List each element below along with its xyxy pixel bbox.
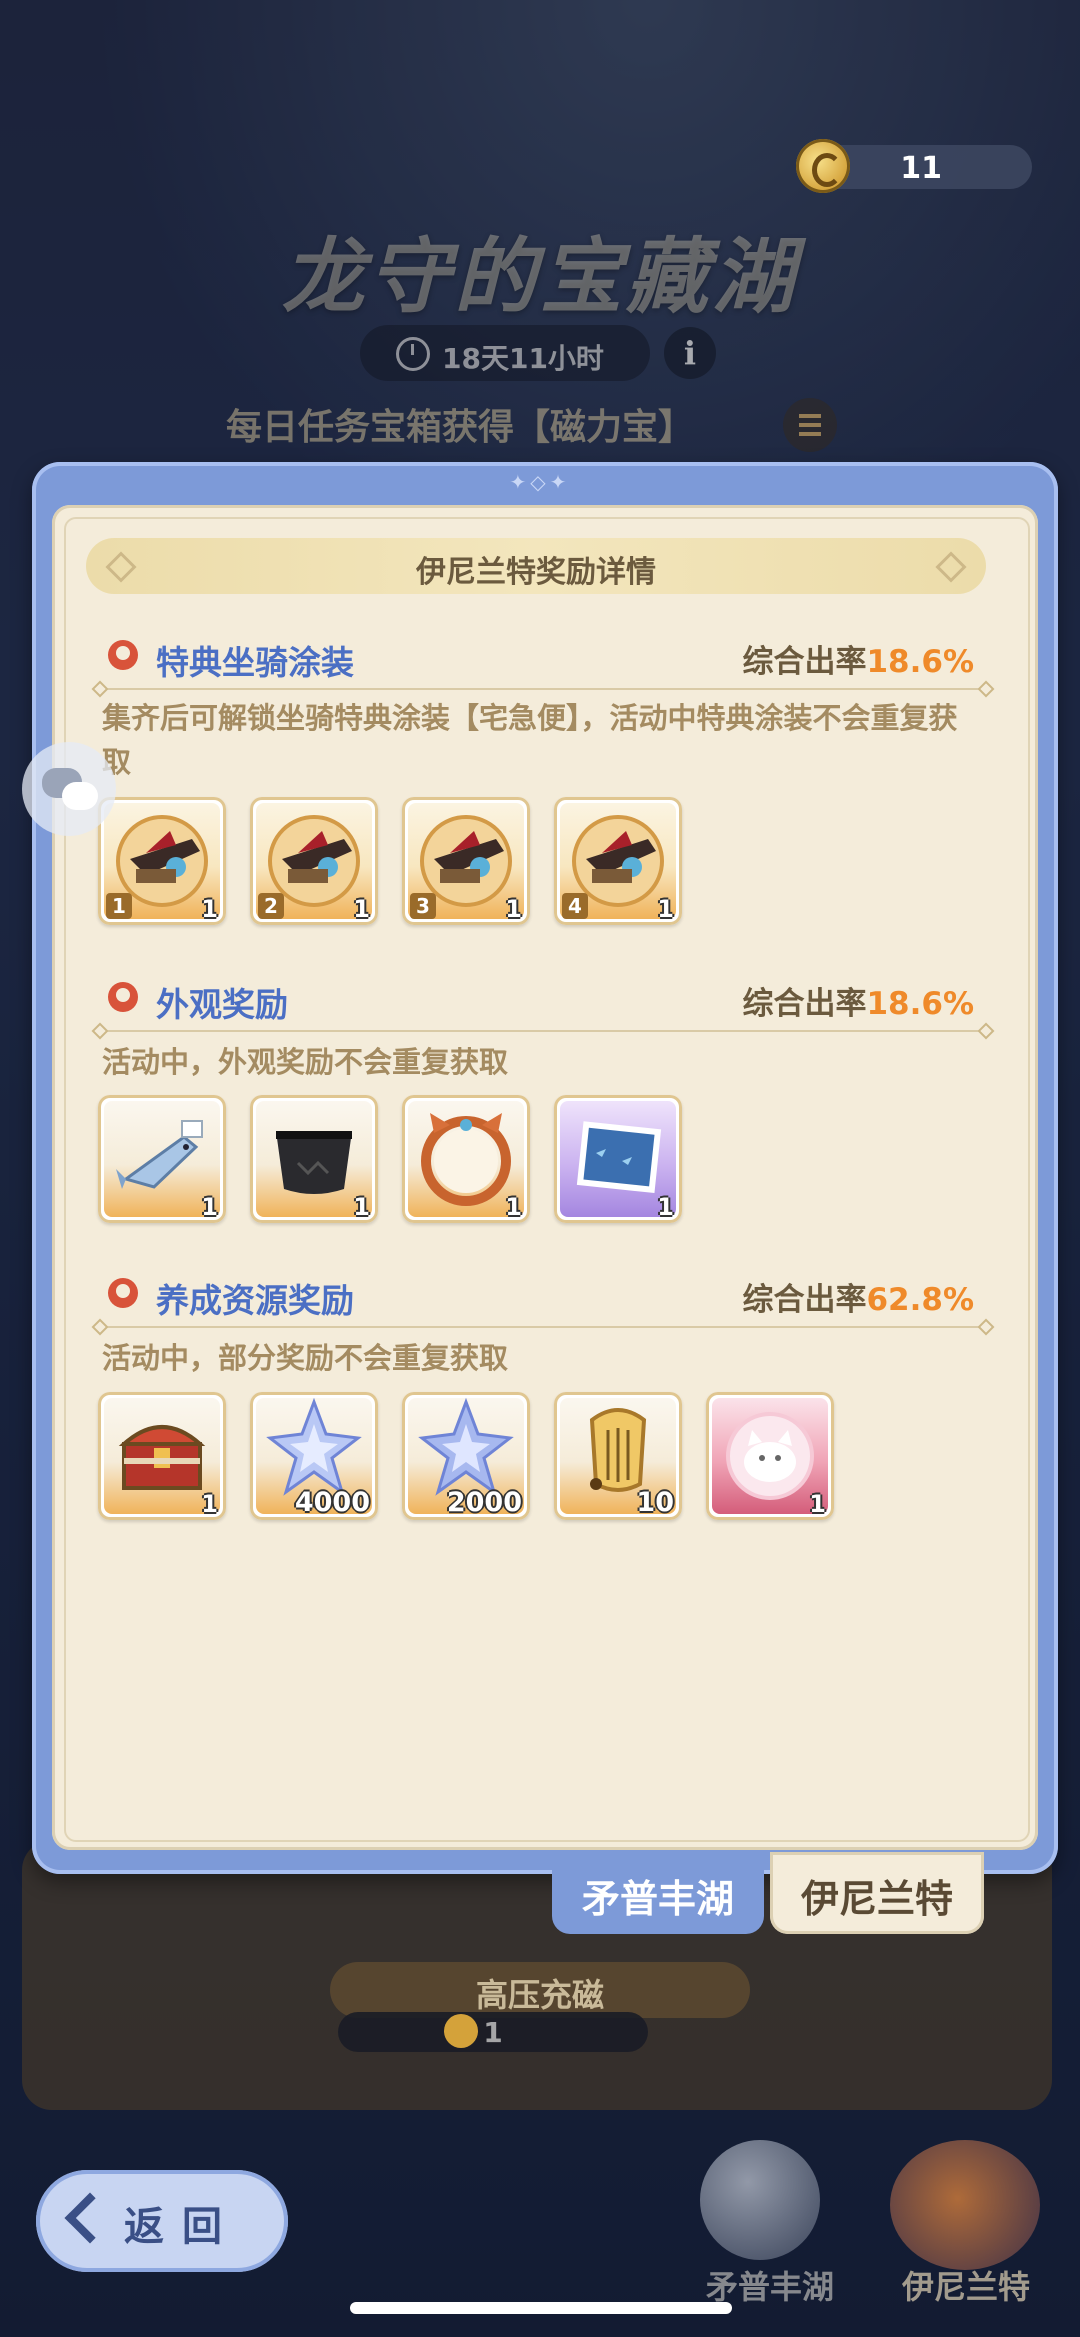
rate-label: 综合出率 (742, 1282, 867, 1318)
rate-label: 综合出率 (742, 986, 867, 1022)
event-timer: 18天11小时 (360, 325, 650, 381)
reward-item[interactable]: 10 (554, 1392, 682, 1520)
item-index: 2 (258, 893, 284, 919)
chat-button[interactable] (22, 742, 116, 836)
section-divider (100, 1326, 986, 1328)
tab-pool-2[interactable]: 伊尼兰特 (770, 1852, 984, 1934)
reward-item[interactable]: 2000 (402, 1392, 530, 1520)
rate-label: 综合出率 (742, 644, 867, 680)
modal-top-ornament: ✦◇✦ (509, 470, 571, 494)
item-count: 4000 (294, 1487, 370, 1518)
list-button[interactable] (783, 398, 837, 452)
rate-value: 18.6% (866, 644, 974, 680)
item-count: 1 (505, 1193, 522, 1221)
item-count: 10 (636, 1487, 674, 1518)
reward-item[interactable]: 1 1 (98, 797, 226, 925)
currency-counter: 11 (796, 139, 1032, 193)
back-arrow-icon (64, 2192, 116, 2244)
charge-cost: 1 (338, 2012, 648, 2052)
pool-label: 伊尼兰特 (902, 2268, 1031, 2306)
reward-item[interactable]: 1 (98, 1392, 226, 1520)
event-title: 龙守的宝藏湖 (282, 230, 798, 325)
section-rate: 综合出率62.8% (640, 1274, 974, 1319)
reward-item[interactable]: 4 1 (554, 797, 682, 925)
item-index: 3 (410, 893, 436, 919)
item-count: 1 (201, 895, 218, 923)
charge-button[interactable]: 高压充磁 (330, 1962, 750, 2018)
item-count: 1 (657, 1193, 674, 1221)
starfish-shell-icon[interactable] (890, 2140, 1040, 2270)
reward-item[interactable]: 1 (250, 1095, 378, 1223)
reward-item[interactable]: 1 (706, 1392, 834, 1520)
modal-title-banner: 伊尼兰特奖励详情 (86, 538, 986, 594)
home-indicator[interactable] (350, 2302, 732, 2314)
item-count: 1 (353, 1193, 370, 1221)
rate-value: 62.8% (866, 1282, 974, 1318)
charge-value: 1 (483, 2016, 503, 2049)
item-count: 1 (201, 1193, 218, 1221)
item-count: 1 (353, 895, 370, 923)
section-description: 集齐后可解锁坐骑特典涂装【宅急便】，活动中特典涂装不会重复获取 (102, 701, 958, 779)
section-bullet-icon (106, 638, 140, 676)
section-title: 特典坐骑涂装 (156, 643, 354, 682)
list-icon (799, 414, 821, 418)
section-bullet-icon (106, 980, 140, 1018)
section-description: 活动中，外观奖励不会重复获取 (102, 1045, 509, 1079)
item-count: 2000 (446, 1487, 522, 1518)
magnet-coin-icon (796, 139, 850, 193)
info-button[interactable]: i (664, 327, 716, 379)
daily-task-text: 每日任务宝箱获得【磁力宝】 (225, 407, 694, 448)
reward-item[interactable]: 2 1 (250, 797, 378, 925)
reward-item[interactable]: 4000 (250, 1392, 378, 1520)
pearl-shell-icon[interactable] (700, 2140, 820, 2260)
item-count: 1 (657, 895, 674, 923)
section-rate: 综合出率18.6% (640, 636, 974, 681)
back-label: 返回 (124, 2204, 240, 2250)
clock-icon (396, 337, 430, 371)
section-bullet-icon (106, 1276, 140, 1314)
rate-value: 18.6% (866, 986, 974, 1022)
section-title: 外观奖励 (156, 985, 288, 1024)
currency-value: 11 (900, 151, 942, 186)
tab-pool-1[interactable]: 矛普丰湖 (552, 1852, 764, 1934)
charge-label: 高压充磁 (475, 1976, 604, 2014)
item-index: 4 (562, 893, 588, 919)
section-rate: 综合出率18.6% (640, 978, 974, 1023)
section-title: 养成资源奖励 (156, 1281, 354, 1320)
item-count: 1 (809, 1490, 826, 1518)
modal-title: 伊尼兰特奖励详情 (416, 555, 656, 590)
tab-label: 矛普丰湖 (581, 1877, 734, 1921)
section-divider (100, 688, 986, 690)
reward-item[interactable]: 1 (98, 1095, 226, 1223)
item-count: 1 (505, 895, 522, 923)
back-button[interactable]: 返回 (36, 2170, 288, 2272)
reward-item[interactable]: 1 (402, 1095, 530, 1223)
section-description: 活动中，部分奖励不会重复获取 (102, 1341, 509, 1375)
item-count: 1 (201, 1490, 218, 1518)
reward-item[interactable]: 3 1 (402, 797, 530, 925)
item-index: 1 (106, 893, 132, 919)
reward-item[interactable]: 1 (554, 1095, 682, 1223)
tab-label: 伊尼兰特 (800, 1877, 953, 1921)
section-divider (100, 1030, 986, 1032)
timer-text: 18天11小时 (442, 342, 604, 375)
